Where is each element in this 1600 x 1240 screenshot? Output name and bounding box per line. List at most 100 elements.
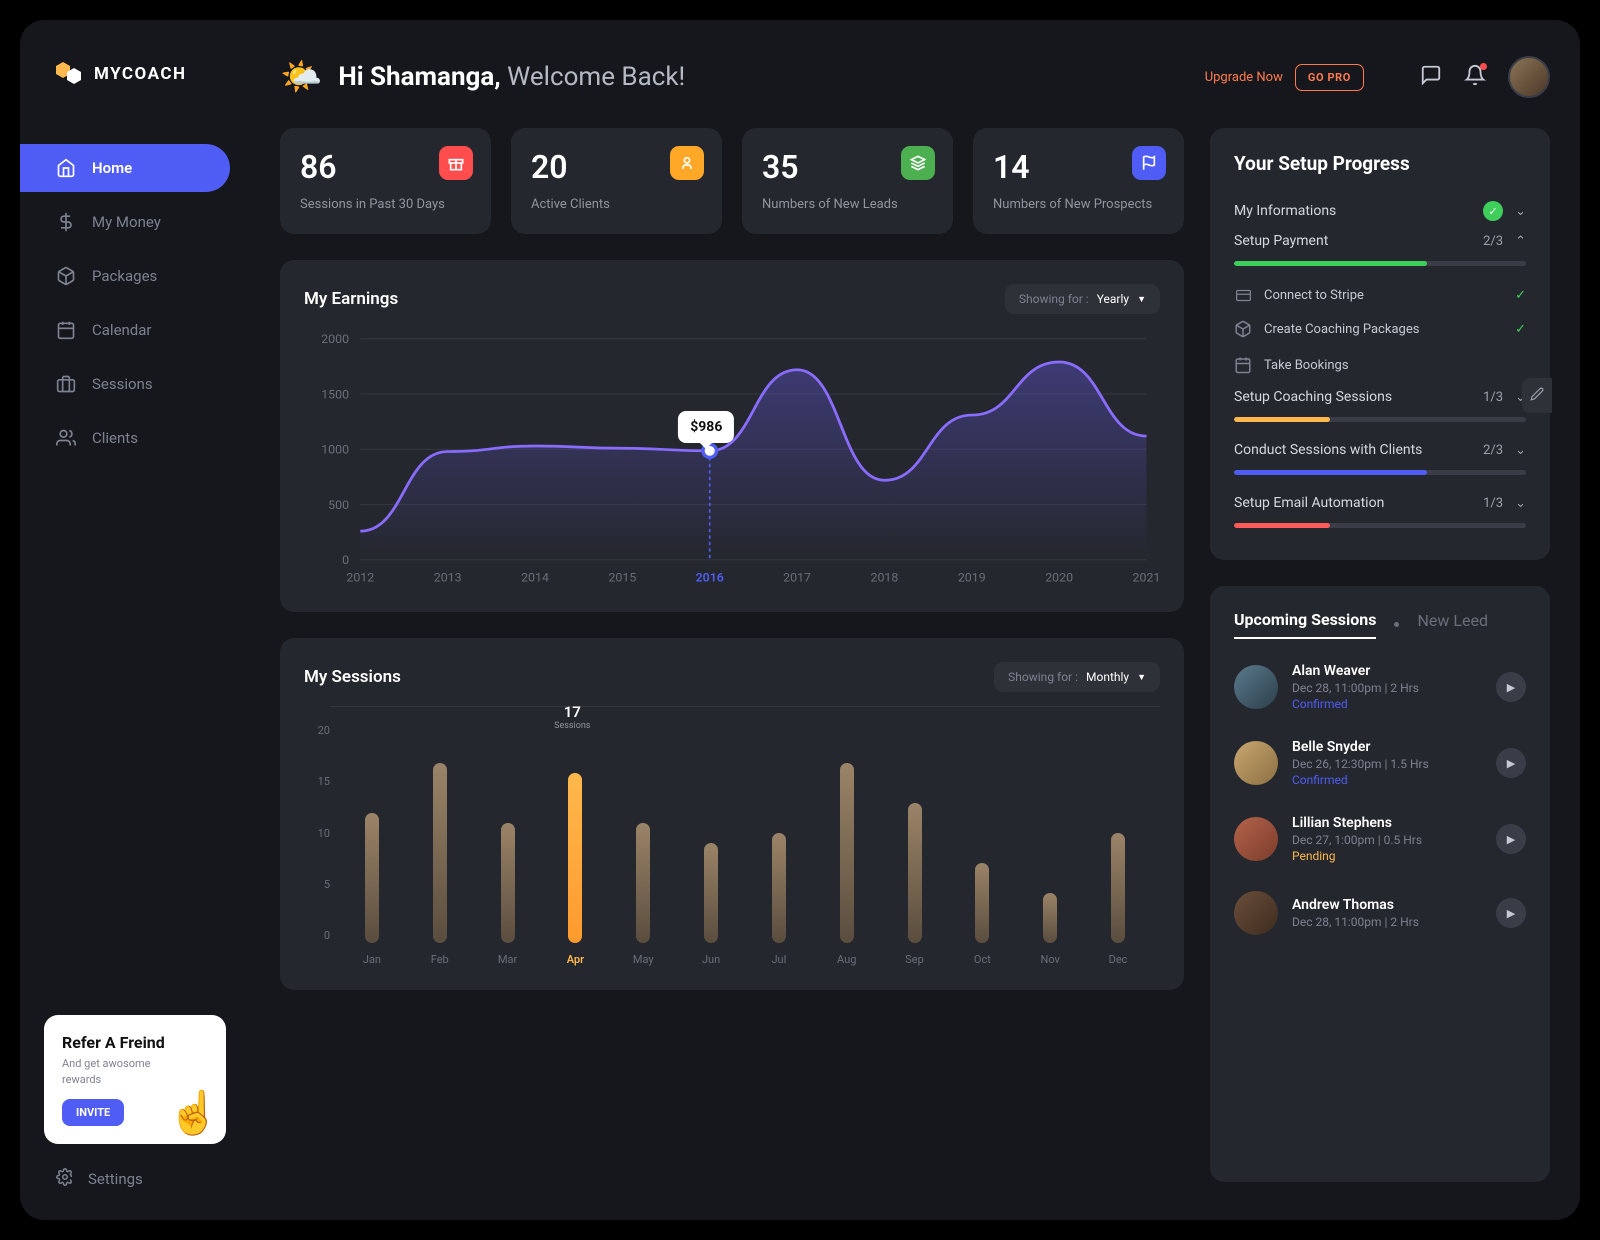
refer-card: Refer A Freind And get awosome rewards I…	[44, 1015, 226, 1144]
chevron-down-icon: ⌄	[1515, 443, 1526, 458]
setup-progress-panel: Your Setup Progress My Informations✓⌄Set…	[1210, 128, 1550, 560]
upgrade-cta: Upgrade Now GO PRO	[1205, 64, 1364, 91]
bar: Mar	[479, 823, 536, 966]
avatar	[1234, 891, 1278, 935]
layers-icon	[901, 146, 935, 180]
users-icon	[56, 428, 76, 448]
avatar[interactable]	[1508, 56, 1550, 98]
sessions-panel: My Sessions Showing for : Monthly ▼ 2015…	[280, 638, 1184, 990]
session-row[interactable]: Andrew ThomasDec 28, 11:00pm | 2 Hrs▶	[1234, 877, 1526, 949]
svg-text:2017: 2017	[783, 571, 811, 585]
play-button[interactable]: ▶	[1496, 672, 1526, 702]
flag-icon	[1132, 146, 1166, 180]
progress-row[interactable]: Setup Email Automation1/3⌄	[1234, 489, 1526, 517]
chevron-down-icon: ⌄	[1515, 204, 1526, 219]
sidebar-item-my-money[interactable]: My Money	[20, 198, 230, 246]
logo-icon	[56, 60, 84, 88]
progress-bar	[1234, 261, 1526, 266]
setup-title: Your Setup Progress	[1234, 152, 1526, 175]
subtask[interactable]: Connect to Stripe✓	[1234, 280, 1526, 311]
bar-callout: 17 Sessions	[554, 703, 590, 731]
session-tabs: Upcoming Sessions New Leed	[1234, 610, 1526, 639]
settings-label: Settings	[88, 1170, 143, 1188]
stat-card[interactable]: 14Numbers of New Prospects	[973, 128, 1184, 234]
bell-icon[interactable]	[1464, 64, 1486, 90]
right-column: Your Setup Progress My Informations✓⌄Set…	[1210, 128, 1550, 1182]
sessions-period-dropdown[interactable]: Showing for : Monthly ▼	[994, 662, 1160, 692]
play-button[interactable]: ▶	[1496, 748, 1526, 778]
tab-new-leed[interactable]: New Leed	[1417, 611, 1488, 638]
svg-text:2020: 2020	[1045, 571, 1073, 585]
refer-subtitle: And get awosome rewards	[62, 1056, 182, 1087]
refer-title: Refer A Freind	[62, 1033, 208, 1052]
avatar	[1234, 741, 1278, 785]
session-row[interactable]: Alan WeaverDec 28, 11:00pm | 2 HrsConfir…	[1234, 649, 1526, 725]
sidebar: MYCOACH Home My Money Packages Calendar Sess…	[20, 20, 250, 1220]
progress-row[interactable]: My Informations✓⌄	[1234, 195, 1526, 227]
session-row[interactable]: Lillian StephensDec 27, 1:00pm | 0.5 Hrs…	[1234, 801, 1526, 877]
svg-text:2016: 2016	[696, 571, 724, 585]
sidebar-item-calendar[interactable]: Calendar	[20, 306, 230, 354]
play-button[interactable]: ▶	[1496, 824, 1526, 854]
chevron-down-icon: ▼	[1137, 672, 1146, 683]
stat-card[interactable]: 20Active Clients	[511, 128, 722, 234]
content: 86Sessions in Past 30 Days20Active Clien…	[280, 128, 1550, 1182]
main: 🌤️ Hi Shamanga, Welcome Back! Upgrade No…	[250, 20, 1580, 1220]
tab-upcoming[interactable]: Upcoming Sessions	[1234, 610, 1376, 639]
progress-row[interactable]: Conduct Sessions with Clients2/3⌄	[1234, 436, 1526, 464]
logo[interactable]: MYCOACH	[20, 60, 250, 88]
sidebar-item-packages[interactable]: Packages	[20, 252, 230, 300]
sidebar-item-clients[interactable]: Clients	[20, 414, 230, 462]
chat-icon[interactable]	[1420, 64, 1442, 90]
svg-text:2012: 2012	[346, 571, 374, 585]
chevron-up-icon: ⌃	[1515, 234, 1526, 249]
svg-text:2021: 2021	[1133, 571, 1160, 585]
sessions-chart: 20151050 17 Sessions JanFebMarAprMayJunJ…	[304, 706, 1160, 966]
svg-text:1500: 1500	[321, 388, 349, 402]
progress-row[interactable]: Setup Coaching Sessions1/3⌄	[1234, 383, 1526, 411]
stat-card[interactable]: 86Sessions in Past 30 Days	[280, 128, 491, 234]
edit-button[interactable]	[1522, 378, 1552, 413]
subtask[interactable]: Take Bookings	[1234, 347, 1526, 383]
invite-button[interactable]: INVITE	[62, 1099, 124, 1126]
earnings-title: My Earnings	[304, 289, 398, 309]
earnings-chart: 0500100015002000201220132014201520162017…	[304, 328, 1160, 588]
calendar-icon	[1234, 355, 1252, 375]
upcoming-sessions-panel: Upcoming Sessions New Leed Alan WeaverDe…	[1210, 586, 1550, 1182]
svg-text:2000: 2000	[321, 333, 349, 347]
go-pro-button[interactable]: GO PRO	[1295, 64, 1364, 91]
chart-tooltip: $986	[678, 411, 734, 443]
bar: Nov	[1022, 893, 1079, 966]
gear-icon	[56, 1168, 74, 1190]
bar: Jun	[683, 843, 740, 966]
svg-text:2014: 2014	[521, 571, 549, 585]
sidebar-item-sessions[interactable]: Sessions	[20, 360, 230, 408]
svg-text:0: 0	[342, 554, 349, 568]
weather-icon: 🌤️	[280, 57, 322, 97]
svg-text:2018: 2018	[871, 571, 899, 585]
stat-card[interactable]: 35Numbers of New Leads	[742, 128, 953, 234]
svg-text:2019: 2019	[958, 571, 986, 585]
bar: Dec	[1090, 833, 1147, 966]
card-icon	[1234, 288, 1252, 303]
svg-text:1000: 1000	[321, 443, 349, 457]
upgrade-text[interactable]: Upgrade Now	[1205, 70, 1283, 85]
avatar	[1234, 817, 1278, 861]
bar: Oct	[954, 863, 1011, 966]
subtask[interactable]: Create Coaching Packages✓	[1234, 311, 1526, 347]
earnings-period-dropdown[interactable]: Showing for : Yearly ▼	[1005, 284, 1160, 314]
progress-row[interactable]: Setup Payment2/3⌃	[1234, 227, 1526, 255]
svg-text:2015: 2015	[608, 571, 636, 585]
sessions-title: My Sessions	[304, 667, 401, 687]
sidebar-item-home[interactable]: Home	[20, 144, 230, 192]
topbar: 🌤️ Hi Shamanga, Welcome Back! Upgrade No…	[280, 56, 1550, 98]
pointing-hand-icon: ☝️	[168, 1089, 220, 1138]
check-icon: ✓	[1515, 288, 1526, 303]
top-icons	[1420, 56, 1550, 98]
logo-text: MYCOACH	[94, 64, 187, 84]
play-button[interactable]: ▶	[1496, 898, 1526, 928]
earnings-panel: My Earnings Showing for : Yearly ▼ 05001…	[280, 260, 1184, 612]
dollar-icon	[56, 212, 76, 232]
sidebar-item-settings[interactable]: Settings	[20, 1168, 250, 1190]
session-row[interactable]: Belle SnyderDec 26, 12:30pm | 1.5 HrsCon…	[1234, 725, 1526, 801]
